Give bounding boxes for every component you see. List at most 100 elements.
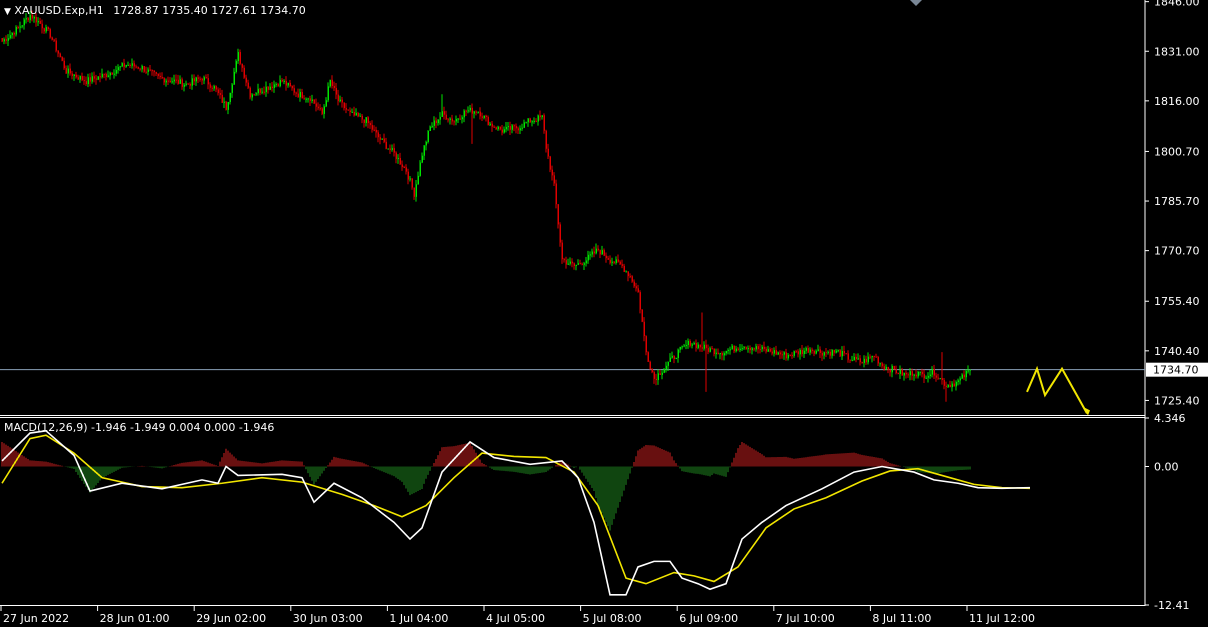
candle-body <box>99 76 101 78</box>
candle-body <box>599 250 601 255</box>
candle-body <box>229 92 231 103</box>
candle-body <box>301 92 303 99</box>
candle-body <box>931 368 933 375</box>
candle-body <box>715 352 717 355</box>
candle-body <box>369 123 371 126</box>
candle-body <box>681 346 683 348</box>
candle-body <box>755 346 757 350</box>
candle-body <box>869 356 871 358</box>
candle-body <box>349 110 351 112</box>
candle-body <box>221 94 223 103</box>
price-tick-label: 1755.40 <box>1154 295 1200 308</box>
candle-body <box>285 80 287 86</box>
candle-body <box>509 126 511 130</box>
candle-body <box>51 37 53 40</box>
candle-body <box>381 138 383 140</box>
candle-body <box>125 64 127 67</box>
candle-body <box>545 130 547 149</box>
candle-body <box>591 251 593 255</box>
candle-body <box>563 259 565 261</box>
candle-body <box>419 162 421 176</box>
time-tick-label: 30 Jun 03:00 <box>293 612 363 625</box>
candle-body <box>441 111 443 117</box>
candle-body <box>605 255 607 259</box>
candle-body <box>493 126 495 128</box>
candle-body <box>835 350 837 353</box>
candle-body <box>647 352 649 362</box>
candle-body <box>463 110 465 118</box>
candle-body <box>275 84 277 86</box>
candle-body <box>387 148 389 150</box>
symbol-menu-icon[interactable]: ▼ <box>4 7 11 17</box>
candle-body <box>925 377 927 379</box>
candle-body <box>3 39 5 42</box>
candle-body <box>405 167 407 172</box>
candle-body <box>101 73 103 78</box>
candle-body <box>281 79 283 82</box>
candle-body <box>963 374 965 378</box>
candle-body <box>659 373 661 375</box>
candle-body <box>241 63 243 68</box>
candle-body <box>861 362 863 364</box>
candle-body <box>737 348 739 350</box>
candle-body <box>725 350 727 354</box>
candle-body <box>787 354 789 359</box>
price-tick-label: 1816.00 <box>1154 95 1200 108</box>
candle-body <box>589 254 591 256</box>
macd-tick-label: 4.346 <box>1154 412 1186 425</box>
candle-body <box>265 86 267 93</box>
candle-body <box>807 348 809 353</box>
candle-body <box>485 115 487 118</box>
candle-body <box>23 19 25 26</box>
macd-lines <box>1 429 1031 596</box>
candle-body <box>757 346 759 350</box>
candle-body <box>593 251 595 254</box>
candle-body <box>397 157 399 160</box>
candle-body <box>83 80 85 82</box>
candle-body <box>395 152 397 160</box>
candle-body <box>949 384 951 388</box>
candle-body <box>657 373 659 381</box>
candle-body <box>917 371 919 377</box>
candle-body <box>843 350 845 354</box>
candle-body <box>175 79 177 81</box>
candle-body <box>433 120 435 126</box>
candle-body <box>759 349 761 351</box>
candle-body <box>777 352 779 355</box>
candle-body <box>747 348 749 350</box>
candle-body <box>183 84 185 87</box>
candle-body <box>259 88 261 93</box>
candle-body <box>161 77 163 79</box>
candle-body <box>921 371 923 375</box>
candle-body <box>537 115 539 122</box>
candle-body <box>543 115 545 131</box>
candle-body <box>951 383 953 388</box>
candle-body <box>957 380 959 383</box>
candle-body <box>451 118 453 122</box>
candle-body <box>627 271 629 277</box>
candle-body <box>833 350 835 353</box>
candle-body <box>325 100 327 107</box>
candle-body <box>269 86 271 90</box>
ohlc-values: 1728.87 1735.40 1727.61 1734.70 <box>113 4 306 17</box>
candle-body <box>75 74 77 78</box>
candle-body <box>827 351 829 353</box>
candle-body <box>839 350 841 357</box>
candle-body <box>791 354 793 356</box>
candle-body <box>919 371 921 373</box>
time-tick-label: 11 Jul 12:00 <box>969 612 1035 625</box>
candle-body <box>439 116 441 120</box>
price-tick-label: 1740.40 <box>1154 345 1200 358</box>
candle-body <box>765 348 767 352</box>
candle-body <box>457 118 459 120</box>
candle-body <box>401 164 403 167</box>
candle-body <box>683 345 685 347</box>
candle-body <box>33 16 35 19</box>
candle-body <box>431 125 433 127</box>
candles-layer <box>1 10 971 402</box>
candle-body <box>739 348 741 350</box>
time-axis: 27 Jun 2022 28 Jun 01:00 29 Jun 02:00 30 Ju… <box>0 606 1035 625</box>
candle-body <box>127 64 129 66</box>
candle-body <box>695 343 697 348</box>
candle-body <box>531 121 533 123</box>
